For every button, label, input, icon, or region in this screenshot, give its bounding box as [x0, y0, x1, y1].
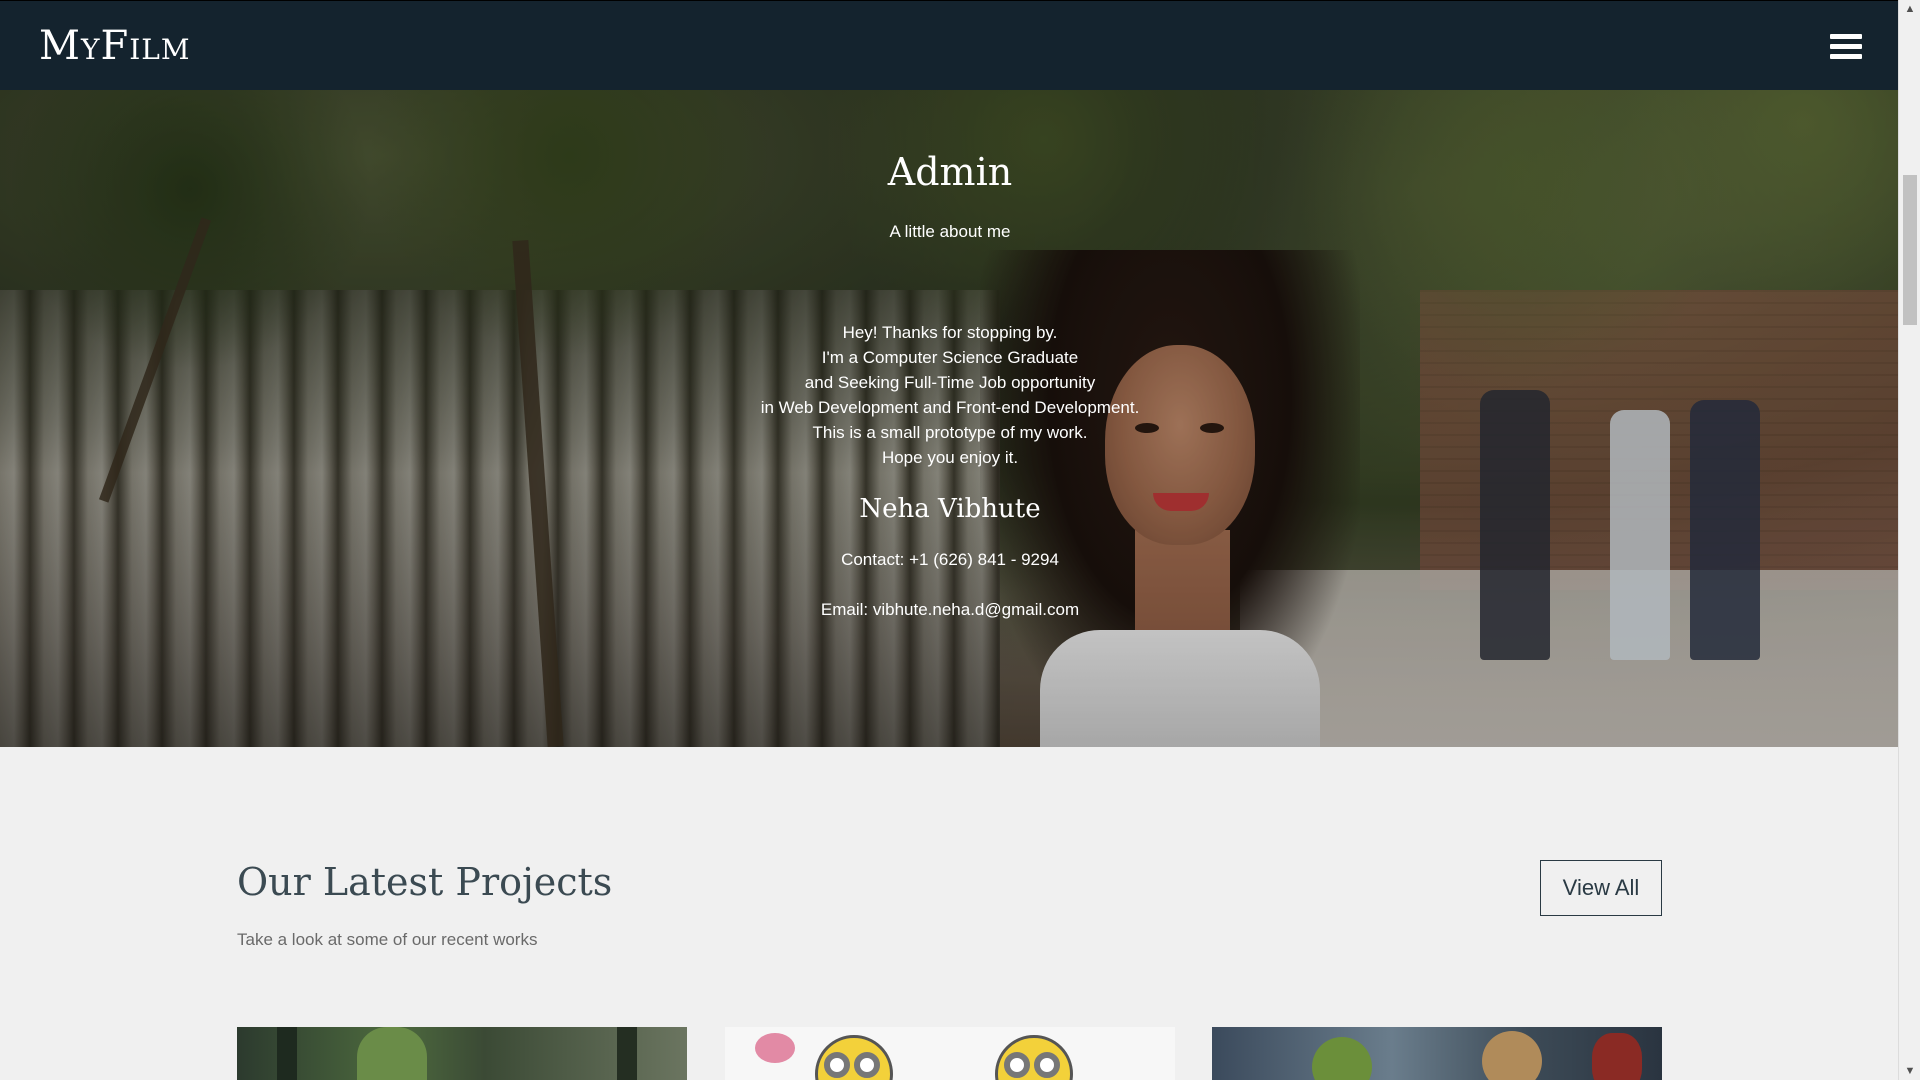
project-thumb-hero — [1592, 1033, 1642, 1080]
top-navbar: MyFilm — [0, 0, 1898, 90]
project-thumb-minion — [815, 1035, 893, 1080]
project-card-minions[interactable] — [725, 1027, 1175, 1080]
hero-contact: Contact: +1 (626) 841 - 9294 — [841, 550, 1059, 569]
project-thumb-trees — [617, 1027, 637, 1080]
minion-goggle — [1034, 1052, 1060, 1078]
hamburger-bar — [1830, 34, 1862, 39]
scrollbar-thumb[interactable] — [1903, 175, 1917, 325]
hero-bio: Hey! Thanks for stopping by. I'm a Compu… — [760, 323, 1140, 467]
project-card-avengers[interactable] — [1212, 1027, 1662, 1080]
project-thumb-minion — [995, 1035, 1073, 1080]
hamburger-bar — [1830, 44, 1862, 49]
scroll-down-arrow-icon[interactable]: ▼ — [1899, 1062, 1920, 1080]
hamburger-bar — [1830, 54, 1862, 59]
hero-subtitle: A little about me — [889, 222, 1011, 241]
hero-email: Email: vibhute.neha.d@gmail.com — [820, 600, 1080, 619]
project-thumb-cupcake — [755, 1033, 795, 1063]
scroll-up-arrow-icon[interactable]: ▲ — [1899, 0, 1920, 18]
hero-banner: Admin A little about me Hey! Thanks for … — [0, 90, 1898, 747]
project-thumb-hero — [1482, 1031, 1542, 1080]
hero-title: Admin — [887, 150, 1013, 194]
view-all-button[interactable]: View All — [1540, 860, 1662, 916]
project-thumb-hulk — [1312, 1037, 1372, 1080]
project-thumb-trees — [277, 1027, 297, 1080]
minion-goggle — [854, 1052, 880, 1078]
hero-name: Neha Vibhute — [859, 494, 1041, 524]
brand-logo[interactable]: MyFilm — [39, 23, 191, 69]
projects-title: Our Latest Projects — [237, 860, 613, 904]
vertical-scrollbar[interactable]: ▲ ▼ — [1898, 0, 1920, 1080]
projects-subtitle: Take a look at some of our recent works — [237, 930, 538, 949]
project-card-forest[interactable] — [237, 1027, 687, 1080]
minion-goggle — [1004, 1052, 1030, 1078]
hamburger-menu-icon[interactable] — [1830, 34, 1862, 60]
minion-goggle — [824, 1052, 850, 1078]
project-thumb-trees — [357, 1027, 427, 1080]
